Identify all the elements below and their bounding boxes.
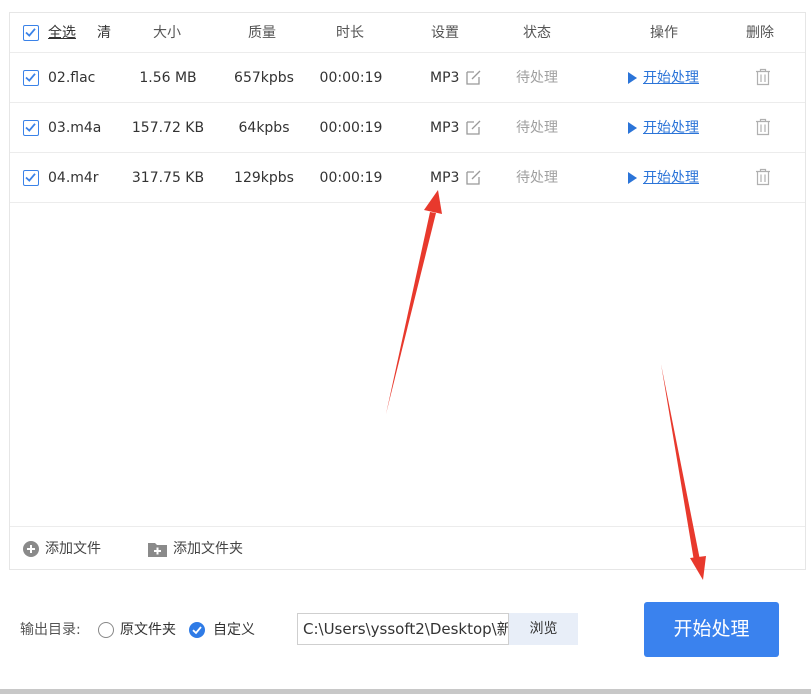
file-duration: 00:00:19: [319, 70, 383, 86]
check-icon: [25, 123, 36, 132]
browse-button[interactable]: 浏览: [509, 613, 578, 645]
header-status: 状态: [523, 25, 551, 41]
add-toolbar: 添加文件 添加文件夹: [10, 526, 805, 569]
play-icon[interactable]: [628, 172, 637, 184]
file-name: 02.flac: [48, 70, 96, 86]
header-quality: 质量: [248, 25, 276, 41]
file-name: 04.m4r: [48, 170, 99, 186]
header-size: 大小: [153, 25, 181, 41]
edit-icon[interactable]: [466, 169, 482, 185]
radio-original-label[interactable]: 原文件夹: [120, 620, 176, 640]
play-icon[interactable]: [628, 72, 637, 84]
file-duration: 00:00:19: [319, 170, 383, 186]
file-list-panel: 全选 清 大小 质量 时长 设置 状态 操作 删除 02.flac 1.56 M…: [9, 12, 806, 570]
file-name: 03.m4a: [48, 120, 102, 136]
add-folder-label: 添加文件夹: [173, 541, 243, 557]
header-settings: 设置: [431, 25, 459, 41]
table-row: 04.m4r 317.75 KB 129kpbs 00:00:19 MP3 待处…: [10, 153, 805, 203]
file-quality: 64kpbs: [238, 120, 290, 136]
status-text: 待处理: [516, 120, 558, 136]
select-all-checkbox[interactable]: [23, 25, 39, 41]
folder-plus-icon: [148, 543, 167, 557]
plus-circle-icon: [23, 541, 39, 557]
table-row: 03.m4a 157.72 KB 64kpbs 00:00:19 MP3 待处理…: [10, 103, 805, 153]
file-size: 157.72 KB: [131, 120, 205, 136]
start-processing-link[interactable]: 开始处理: [643, 118, 699, 138]
trash-icon[interactable]: [754, 118, 772, 136]
play-icon[interactable]: [628, 122, 637, 134]
start-processing-link[interactable]: 开始处理: [643, 168, 699, 188]
check-icon: [25, 28, 36, 37]
check-icon: [25, 73, 36, 82]
file-quality: 129kpbs: [234, 170, 294, 186]
radio-original-folder[interactable]: [98, 622, 114, 638]
table-header: 全选 清 大小 质量 时长 设置 状态 操作 删除: [10, 13, 805, 53]
status-text: 待处理: [516, 170, 558, 186]
edit-icon[interactable]: [466, 69, 482, 85]
start-all-button[interactable]: 开始处理: [644, 602, 779, 657]
add-file-label: 添加文件: [45, 541, 101, 557]
status-text: 待处理: [516, 70, 558, 86]
header-duration: 时长: [336, 25, 364, 41]
edit-icon[interactable]: [466, 119, 482, 135]
header-operation: 操作: [650, 25, 678, 41]
clear-link[interactable]: 清: [97, 23, 111, 43]
radio-custom-label[interactable]: 自定义: [213, 620, 255, 640]
output-settings: 输出目录: 原文件夹 自定义 C:\Users\yssoft2\Desktop\…: [0, 590, 811, 670]
row-checkbox[interactable]: [23, 70, 39, 86]
trash-icon[interactable]: [754, 168, 772, 186]
file-duration: 00:00:19: [319, 120, 383, 136]
row-checkbox[interactable]: [23, 120, 39, 136]
select-all-link[interactable]: 全选: [48, 23, 76, 43]
start-processing-link[interactable]: 开始处理: [643, 68, 699, 88]
check-icon: [25, 173, 36, 182]
output-format: MP3: [430, 170, 460, 186]
output-format: MP3: [430, 120, 460, 136]
file-size: 1.56 MB: [139, 70, 197, 86]
radio-check-icon: [192, 626, 202, 635]
table-row: 02.flac 1.56 MB 657kpbs 00:00:19 MP3 待处理…: [10, 53, 805, 103]
output-dir-label: 输出目录:: [20, 622, 81, 638]
bottom-edge: [0, 689, 811, 694]
file-quality: 657kpbs: [234, 70, 294, 86]
file-size: 317.75 KB: [131, 170, 205, 186]
row-checkbox[interactable]: [23, 170, 39, 186]
output-format: MP3: [430, 70, 460, 86]
radio-custom[interactable]: [189, 622, 205, 638]
header-delete: 删除: [746, 25, 774, 41]
trash-icon[interactable]: [754, 68, 772, 86]
output-path-input[interactable]: C:\Users\yssoft2\Desktop\新: [297, 613, 509, 645]
